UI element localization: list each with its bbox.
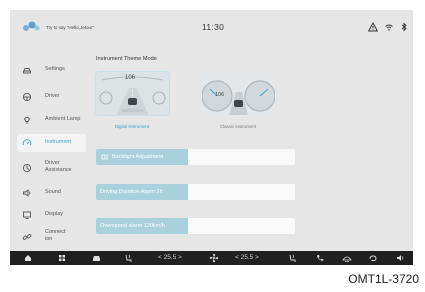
speaker-icon	[23, 189, 31, 197]
warning-triangle-icon[interactable]	[368, 22, 378, 32]
instrument-gauge-icon	[22, 139, 32, 146]
theme-caption-digital: Digital Instrument	[114, 124, 150, 129]
sidebar-item-settings[interactable]: Settings	[17, 61, 86, 79]
figure-label: OMT1L-3720	[348, 272, 419, 286]
sidebar-item-sound[interactable]: Sound	[17, 184, 86, 202]
link-icon	[22, 234, 32, 240]
sidebar-item-label: Settings	[45, 66, 65, 72]
backlight-icon	[101, 154, 109, 160]
sidebar-item-label: Connect ion	[45, 229, 66, 242]
car-icon	[23, 68, 31, 74]
left-temperature[interactable]: < 25.5 >	[158, 254, 182, 261]
sidebar-item-label: Display	[45, 211, 64, 217]
digital-speed-readout: 106	[125, 75, 136, 81]
theme-option-digital[interactable]: 106	[96, 72, 169, 115]
section-title: Instrument Theme Mode	[96, 56, 157, 62]
defrost-icon[interactable]	[341, 251, 353, 265]
sidebar-item-label: Ambient Lamp	[45, 116, 81, 122]
sidebar-item-label: Sound	[45, 189, 61, 195]
volume-icon[interactable]	[394, 251, 406, 265]
driving-duration-alarm-slider[interactable]: Driving Duration Alarm 2h	[96, 184, 295, 200]
sidebar-item-ambient-lamp[interactable]: Ambient Lamp	[17, 111, 86, 129]
sidebar-item-driver-assistance[interactable]: Driver Assistance	[17, 157, 86, 179]
setting-label: Driving Duration Alarm 2h	[100, 189, 163, 195]
sidebar-item-label: Driver Assistance	[45, 160, 72, 173]
backlight-adjustment-slider[interactable]: Backlight Adjustment	[96, 149, 295, 165]
wifi-icon[interactable]	[384, 22, 394, 32]
lamp-icon	[23, 116, 31, 124]
fan-icon[interactable]	[207, 251, 221, 265]
steering-wheel-icon	[22, 92, 32, 102]
display-icon	[23, 211, 31, 219]
classic-instrument-preview	[202, 72, 275, 115]
recirculation-icon[interactable]	[367, 251, 379, 265]
right-temperature[interactable]: < 25.5 >	[235, 254, 259, 261]
sidebar-item-driver[interactable]: Driver	[17, 88, 86, 106]
apps-grid-icon[interactable]	[56, 251, 68, 265]
bluetooth-icon[interactable]	[399, 22, 409, 32]
phone-icon[interactable]	[314, 251, 326, 265]
seat-heat-icon[interactable]	[122, 251, 134, 265]
sidebar-item-label: Instrument	[45, 139, 71, 145]
settings-sidebar: Settings Driver Ambient Lamp Instrument	[10, 54, 86, 251]
setting-label: Backlight Adjustment	[112, 154, 164, 160]
sidebar-item-instrument[interactable]: Instrument	[17, 134, 86, 152]
voice-hint: Try to say "Hello,Jetour"	[46, 25, 95, 30]
overspeed-alarm-slider[interactable]: Overspeed alarm 120km/h	[96, 218, 295, 234]
assistance-icon	[22, 163, 32, 173]
clock: 11:30	[202, 22, 225, 32]
infotainment-screen: Try to say "Hello,Jetour" 11:30 Settings	[10, 10, 413, 265]
setting-label: Overspeed alarm 120km/h	[100, 223, 165, 229]
sidebar-item-display[interactable]: Display	[17, 206, 86, 224]
seat-heat-icon[interactable]	[286, 251, 298, 265]
sidebar-item-label: Driver	[45, 93, 60, 99]
classic-speed-readout: 106	[215, 92, 225, 98]
instrument-settings-panel: Instrument Theme Mode 106 Digital Instru…	[96, 54, 396, 254]
home-icon[interactable]	[22, 251, 34, 265]
theme-caption-classic: Classic Instrument	[219, 124, 257, 129]
theme-option-classic[interactable]: 106	[202, 72, 275, 115]
voice-assistant-icon[interactable]	[21, 20, 41, 34]
sidebar-item-connection[interactable]: Connect ion	[17, 226, 86, 248]
status-bar: Try to say "Hello,Jetour" 11:30	[10, 10, 413, 48]
bottom-control-bar: < 25.5 > < 25.5 >	[10, 251, 413, 265]
car-icon[interactable]	[90, 251, 102, 265]
